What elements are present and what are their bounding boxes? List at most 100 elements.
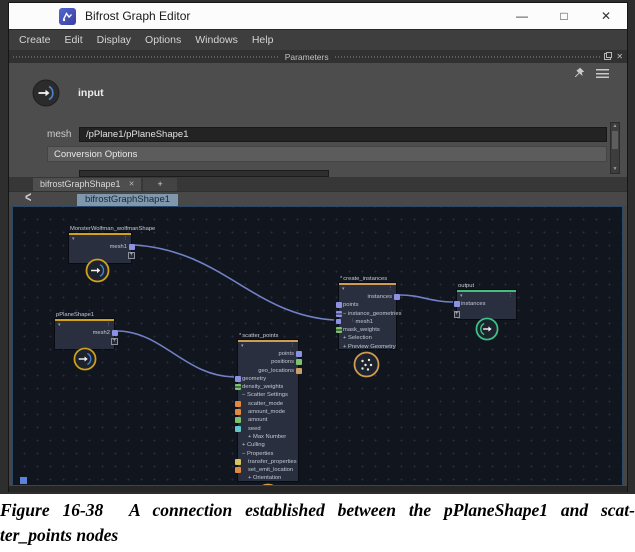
menu-edit[interactable]: Edit — [65, 34, 83, 46]
scroll-down-icon[interactable]: ▼ — [611, 166, 619, 173]
node-graph-canvas[interactable]: MonsterWolfman_wolfmanShape ▾⋮ mesh1 + p… — [12, 206, 623, 486]
port-label-geo-locations: geo_locations — [258, 368, 294, 374]
back-icon[interactable]: < — [25, 190, 31, 206]
port-geo-locations-out[interactable] — [296, 368, 302, 374]
section-max-number[interactable]: + Max Number — [248, 434, 286, 440]
node-menu-icon[interactable]: ⋮ — [106, 321, 112, 329]
float-panel-icon[interactable] — [604, 53, 611, 60]
menu-windows[interactable]: Windows — [195, 34, 238, 46]
breadcrumb[interactable]: bifrostGraphShape1 — [77, 194, 178, 206]
breadcrumb-bar: < bifrostGraphShape1 — [9, 191, 627, 206]
menu-help[interactable]: Help — [252, 34, 274, 46]
panel-grip-right[interactable] — [335, 56, 601, 58]
input-badge-icon — [85, 258, 110, 288]
scroll-up-icon[interactable]: ▲ — [611, 123, 619, 130]
add-port-button[interactable]: + — [454, 311, 461, 318]
port-points-in[interactable] — [336, 302, 342, 308]
node-pplaneshape1[interactable]: pPlaneShape1 ▾⋮ mesh2 + — [55, 319, 114, 349]
section-scatter-settings[interactable]: − Scatter Settings — [242, 392, 288, 398]
parameters-panel: input mesh /pPlane1/pPlaneShape1 Convers… — [9, 63, 627, 177]
add-port-button[interactable]: + — [128, 252, 135, 259]
port-scatter-mode-in[interactable] — [235, 401, 241, 407]
port-label-mesh2: mesh2 — [93, 330, 110, 336]
section-instance-geometries[interactable]: − instance_geometries — [343, 311, 402, 317]
caption-line-2: ter_points nodes — [0, 523, 635, 548]
chevron-down-icon[interactable]: ▾ — [58, 321, 61, 329]
port-label-geometry: geometry — [242, 376, 266, 382]
section-preview-geometry[interactable]: + Preview Geometry — [343, 344, 396, 350]
chevron-down-icon[interactable]: ▾ — [241, 342, 244, 350]
input-node-icon — [32, 79, 60, 107]
port-seed-in[interactable] — [235, 426, 241, 432]
node-output[interactable]: output ▾⋮ instances + — [457, 290, 516, 319]
section-orientation[interactable]: + Orientation — [248, 475, 281, 481]
port-amount-mode-in[interactable] — [235, 409, 241, 415]
node-monsterwolfman[interactable]: MonsterWolfman_wolfmanShape ▾⋮ mesh1 + — [69, 233, 131, 263]
port-positions-out[interactable] — [296, 359, 302, 365]
port-set-emit-location-in[interactable] — [235, 467, 241, 473]
port-instances-out[interactable] — [394, 294, 400, 300]
menu-create[interactable]: Create — [19, 34, 51, 46]
node-menu-icon[interactable]: ⋮ — [123, 235, 129, 243]
port-label-positions: positions — [271, 359, 294, 365]
node-menu-icon[interactable]: ⋮ — [388, 285, 394, 293]
wire-instances-to-output[interactable] — [400, 295, 453, 302]
panel-grip-left[interactable] — [13, 56, 279, 58]
port-label-mesh1: mesh1 — [110, 244, 127, 250]
maximize-button[interactable]: □ — [557, 3, 571, 29]
tab-bifrostgraphshape1[interactable]: bifrostGraphShape1 ✕ — [33, 178, 141, 191]
port-mask-weights-in[interactable] — [336, 327, 342, 333]
title-bar: Bifrost Graph Editor — □ ✕ — [9, 3, 627, 29]
wire-mesh1-to-create-instances[interactable] — [135, 245, 334, 320]
minimize-button[interactable]: — — [515, 3, 529, 29]
wire-mesh2-to-scatter-geometry[interactable] — [118, 331, 234, 377]
menu-bar: Create Edit Display Options Windows Help — [9, 29, 627, 50]
node-menu-icon[interactable]: ⋮ — [290, 342, 296, 350]
node-menu-icon[interactable]: ⋮ — [508, 292, 514, 300]
node-create-instances[interactable]: *create_instances ▾⋮ instances points − … — [339, 283, 396, 349]
mesh-field-input[interactable]: /pPlane1/pPlaneShape1 — [79, 127, 607, 142]
pin-icon[interactable] — [574, 67, 585, 78]
port-geometry-in[interactable] — [235, 376, 241, 382]
chevron-down-icon[interactable]: ▾ — [72, 235, 75, 243]
chevron-down-icon[interactable]: ▾ — [460, 292, 463, 300]
port-label-instances-in: instances — [461, 301, 486, 307]
port-instance-geometries-in[interactable] — [336, 311, 342, 317]
section-selection[interactable]: + Selection — [343, 335, 372, 341]
tab-close-icon[interactable]: ✕ — [129, 178, 135, 191]
node-title: pPlaneShape1 — [56, 312, 94, 318]
menu-display[interactable]: Display — [97, 34, 131, 46]
mesh-field-label: mesh — [47, 129, 71, 140]
port-label-transfer-properties: transfer_properties — [248, 459, 297, 465]
close-button[interactable]: ✕ — [599, 3, 613, 29]
section-properties[interactable]: − Properties — [242, 451, 273, 457]
port-label-scatter-mode: scatter_mode — [248, 401, 283, 407]
add-port-button[interactable]: + — [111, 338, 118, 345]
panel-menu-icon[interactable] — [596, 69, 609, 78]
node-scatter-points[interactable]: *scatter_points ▾⋮ points positions geo_… — [238, 340, 298, 481]
panel-close-icon[interactable]: ✕ — [616, 52, 623, 61]
port-label-density-weights: density_weights — [242, 384, 283, 390]
conversion-options-section[interactable]: Conversion Options — [47, 146, 607, 162]
port-points-out[interactable] — [296, 351, 302, 357]
canvas-resize-handle[interactable] — [20, 477, 27, 484]
screenshot-frame: Bifrost Graph Editor — □ ✕ Create Edit D… — [0, 0, 635, 494]
port-mesh1-out[interactable] — [129, 244, 135, 250]
port-amount-in[interactable] — [235, 417, 241, 423]
scatter-badge-icon — [255, 483, 281, 486]
port-mesh1-in[interactable] — [336, 319, 341, 324]
new-tab-button[interactable]: + — [143, 178, 176, 191]
dirty-marker: * — [340, 276, 342, 282]
port-instances-in[interactable] — [454, 301, 460, 307]
parameters-scrollbar[interactable]: ▲ ▼ — [610, 122, 620, 174]
port-label-points: points — [279, 351, 294, 357]
node-title: create_instances — [343, 276, 387, 282]
menu-options[interactable]: Options — [145, 34, 181, 46]
caption-line-1: Figure 16-38 A connection established be… — [0, 498, 635, 523]
chevron-down-icon[interactable]: ▾ — [342, 285, 345, 293]
port-transfer-properties-in[interactable] — [235, 459, 241, 465]
scrollbar-thumb[interactable] — [612, 131, 618, 149]
port-density-weights-in[interactable] — [235, 384, 241, 390]
section-culling[interactable]: + Culling — [242, 442, 265, 448]
port-mesh2-out[interactable] — [112, 330, 118, 336]
